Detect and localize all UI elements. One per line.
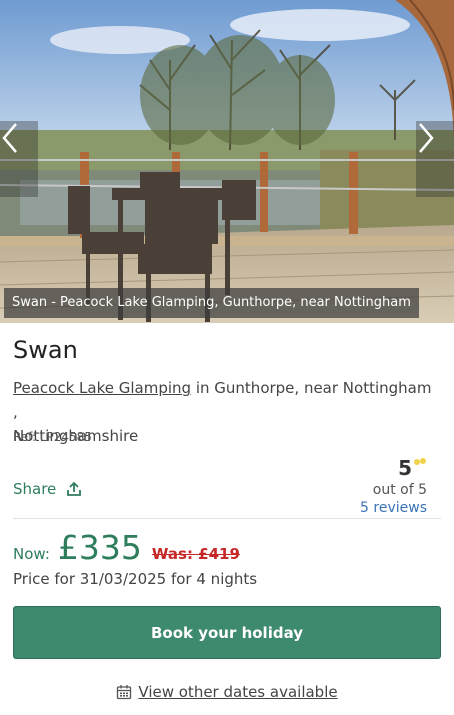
carousel-prev-button[interactable] xyxy=(0,121,38,197)
site-link[interactable]: Peacock Lake Glamping xyxy=(13,379,191,397)
now-label: Now: xyxy=(13,545,50,563)
share-icon xyxy=(67,481,82,496)
other-dates-label: View other dates available xyxy=(138,683,338,701)
sparkle-icon xyxy=(414,458,426,465)
divider xyxy=(13,518,441,519)
hero-photo xyxy=(0,0,454,323)
chevron-right-icon xyxy=(419,123,434,153)
carousel-next-button[interactable] xyxy=(416,121,454,197)
property-ref: Ref: LP24585 xyxy=(13,430,92,444)
other-dates-link[interactable]: View other dates available xyxy=(0,683,454,701)
share-label: Share xyxy=(13,480,57,498)
rating-out-of: out of 5 xyxy=(372,482,427,498)
rating-score: 5 xyxy=(398,456,427,480)
book-holiday-button[interactable]: Book your holiday xyxy=(13,606,441,659)
chevron-left-icon xyxy=(2,123,17,153)
price-for-text: Price for 31/03/2025 for 4 nights xyxy=(13,570,258,588)
hero-caption: Swan - Peacock Lake Glamping, Gunthorpe,… xyxy=(4,288,419,318)
share-button[interactable]: Share xyxy=(13,480,82,498)
reviews-link[interactable]: 5 reviews xyxy=(360,500,427,516)
property-title: Swan xyxy=(13,336,78,364)
price-row: Now: £335 Was: £419 xyxy=(13,528,240,567)
was-price: Was: £419 xyxy=(151,545,240,563)
calendar-icon xyxy=(117,685,132,700)
rating-block: 5 out of 5 5 reviews xyxy=(360,456,427,516)
hero-image-carousel[interactable]: Swan - Peacock Lake Glamping, Gunthorpe,… xyxy=(0,0,454,323)
rating-value: 5 xyxy=(398,456,412,480)
now-price: £335 xyxy=(57,528,142,567)
